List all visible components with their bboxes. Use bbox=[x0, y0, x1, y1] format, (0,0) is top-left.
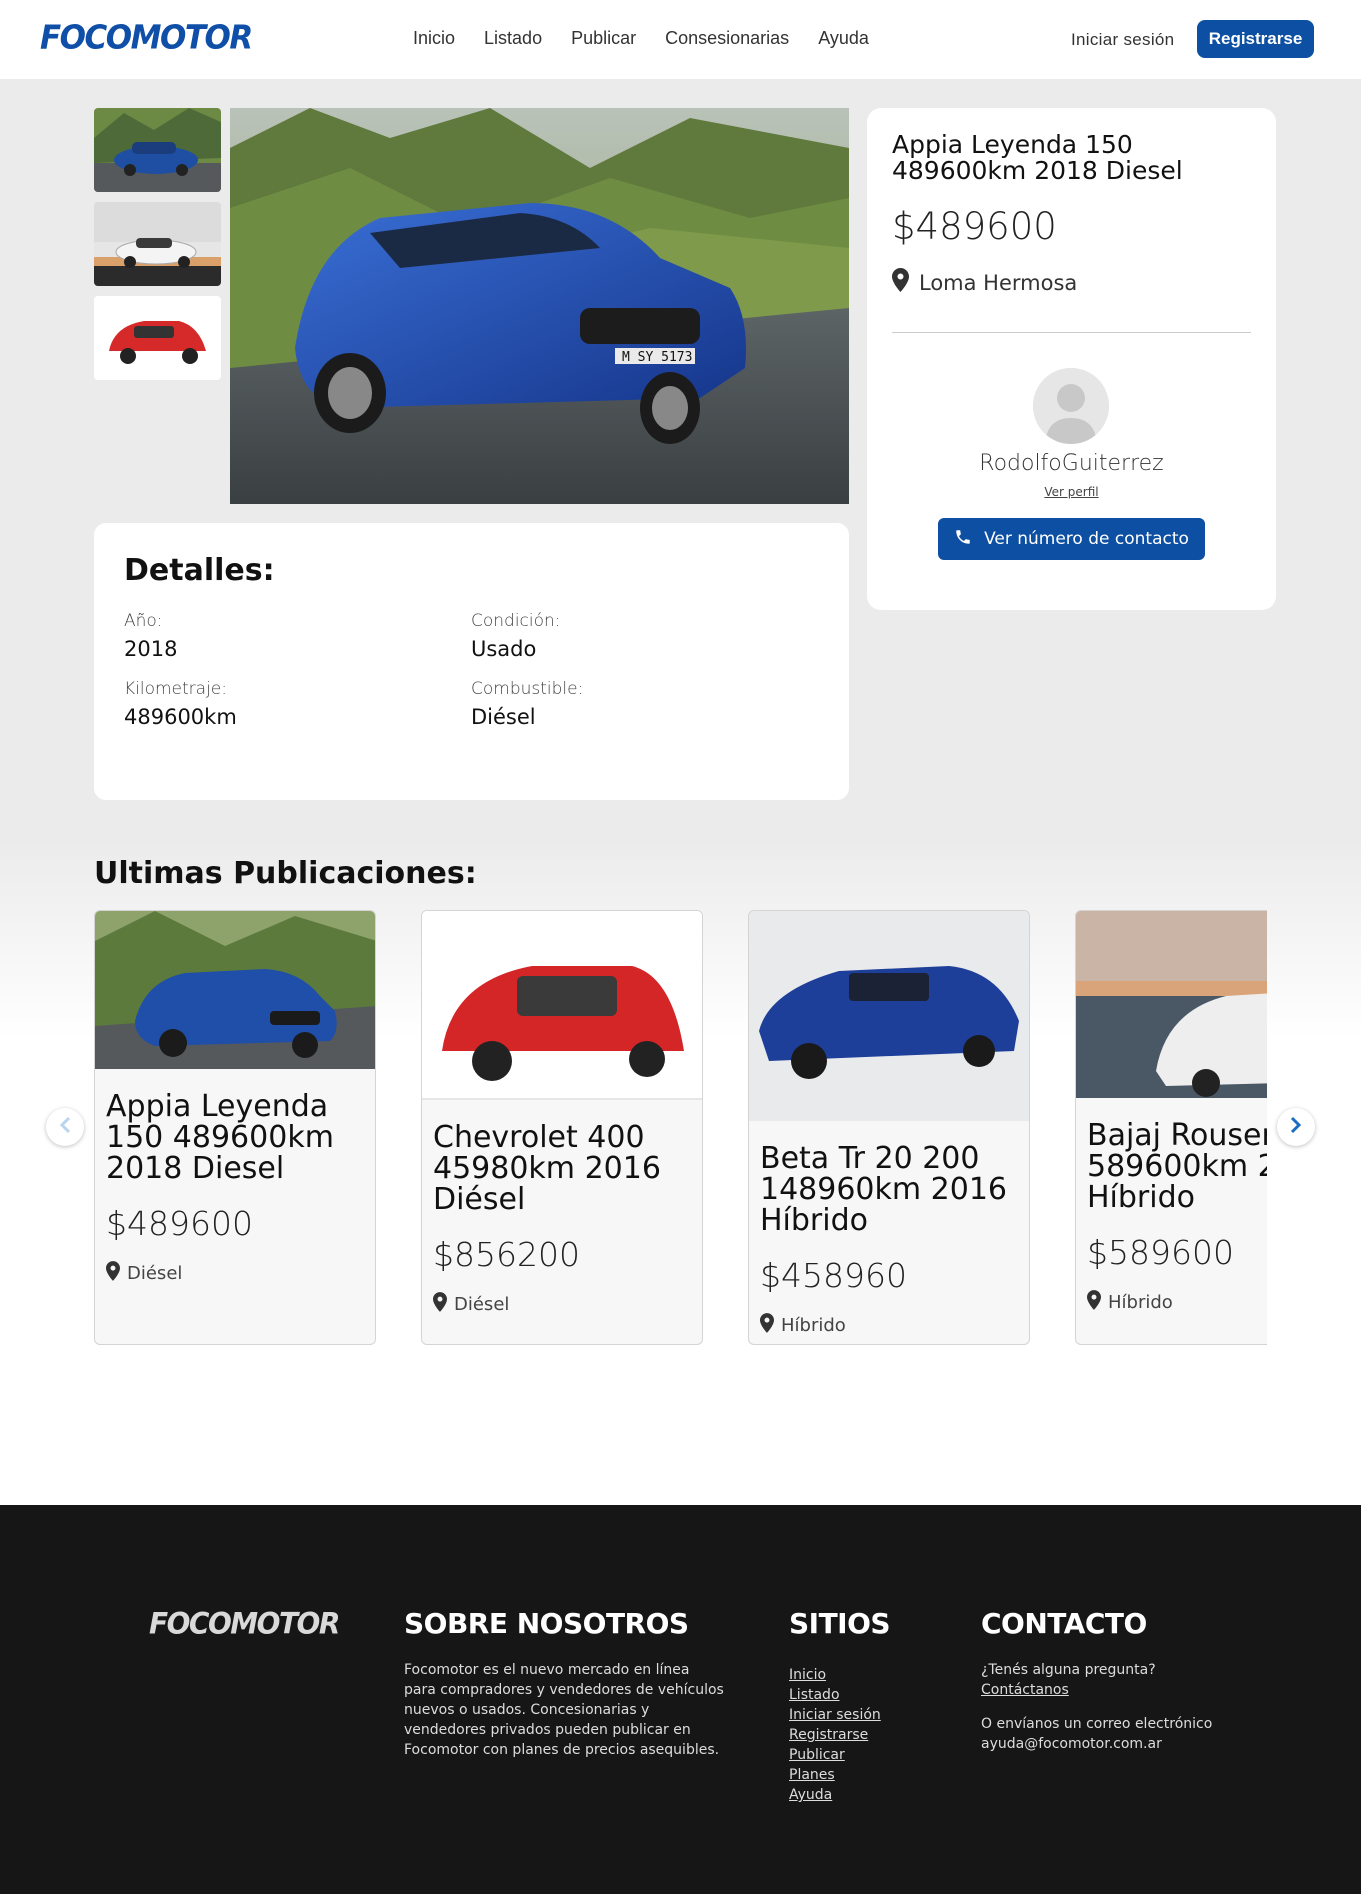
contact-us-link[interactable]: Contáctanos bbox=[981, 1680, 1069, 1700]
register-button[interactable]: Registrarse bbox=[1197, 20, 1314, 58]
mileage-value: 489600km bbox=[124, 705, 237, 729]
sites-links: Inicio Listado Iniciar sesión Registrars… bbox=[789, 1665, 881, 1805]
carousel-next-button[interactable] bbox=[1277, 1108, 1315, 1146]
seller-name: RodolfoGuiterrez bbox=[979, 451, 1164, 476]
contact-email[interactable]: ayuda@focomotor.com.ar bbox=[981, 1734, 1162, 1754]
fuel-label: Combustible: bbox=[471, 679, 584, 699]
card-title: Beta Tr 20 200 148960km 2016 Híbrido bbox=[760, 1141, 1008, 1238]
card-price: $489600 bbox=[106, 1204, 253, 1243]
nav-ayuda[interactable]: Ayuda bbox=[818, 28, 869, 49]
nav-publicar[interactable]: Publicar bbox=[571, 28, 636, 49]
about-text: Focomotor es el nuevo mercado en línea p… bbox=[404, 1662, 724, 1758]
condition-label: Condición: bbox=[471, 611, 561, 631]
footer-link-publicar[interactable]: Publicar bbox=[789, 1745, 881, 1765]
card-image bbox=[1076, 911, 1267, 1098]
publication-card[interactable]: Chevrolet 400 45980km 2016 Diésel $85620… bbox=[421, 910, 703, 1345]
contact-question: ¿Tenés alguna pregunta? bbox=[981, 1662, 1156, 1678]
location-pin-icon bbox=[760, 1313, 781, 1338]
location-pin-icon bbox=[433, 1292, 454, 1317]
footer-link-ayuda[interactable]: Ayuda bbox=[789, 1785, 881, 1805]
card-location-text: Híbrido bbox=[781, 1315, 846, 1336]
main-vehicle-photo[interactable]: M SY 5173 bbox=[230, 108, 849, 504]
card-price: $856200 bbox=[433, 1235, 580, 1274]
nav-listado[interactable]: Listado bbox=[484, 28, 542, 49]
card-location: Diésel bbox=[106, 1261, 182, 1286]
phone-icon bbox=[954, 528, 984, 551]
condition-value: Usado bbox=[471, 637, 537, 661]
card-title: Chevrolet 400 45980km 2016 Diésel bbox=[433, 1120, 661, 1217]
fuel-value: Diésel bbox=[471, 705, 536, 729]
about-heading: SOBRE NOSOTROS bbox=[404, 1607, 689, 1640]
footer-link-inicio[interactable]: Inicio bbox=[789, 1665, 881, 1685]
year-value: 2018 bbox=[124, 637, 178, 661]
view-contact-number-button[interactable]: Ver número de contacto bbox=[938, 518, 1205, 560]
info-divider bbox=[892, 332, 1251, 333]
location-pin-icon bbox=[1087, 1290, 1108, 1315]
chevron-right-icon bbox=[1290, 1116, 1302, 1138]
card-price: $458960 bbox=[760, 1256, 907, 1295]
details-title: Detalles: bbox=[124, 553, 275, 588]
latest-carousel: Appia Leyenda 150 489600km 2018 Diesel $… bbox=[94, 910, 1267, 1346]
location-pin-icon bbox=[106, 1261, 127, 1286]
carousel-prev-button[interactable] bbox=[46, 1108, 84, 1146]
year-label: Año: bbox=[124, 611, 163, 631]
sites-heading: SITIOS bbox=[789, 1607, 891, 1640]
card-location: Diésel bbox=[433, 1292, 509, 1317]
details-card: Detalles: Año: 2018 Condición: Usado Kil… bbox=[94, 523, 849, 800]
site-header: FOCOMOTOR Inicio Listado Publicar Conses… bbox=[0, 0, 1361, 79]
chevron-left-icon bbox=[59, 1116, 71, 1138]
card-location-text: Diésel bbox=[127, 1263, 183, 1284]
listing-title: Appia Leyenda 150 489600km 2018 Diesel bbox=[892, 130, 1183, 185]
publication-card[interactable]: Appia Leyenda 150 489600km 2018 Diesel $… bbox=[94, 910, 376, 1345]
card-location-text: Diésel bbox=[454, 1294, 510, 1315]
view-profile-link[interactable]: Ver perfil bbox=[867, 485, 1276, 499]
thumbnail-white-coupe[interactable] bbox=[94, 202, 221, 286]
site-footer: FOCOMOTOR SOBRE NOSOTROS Focomotor es el… bbox=[0, 1505, 1361, 1894]
footer-link-registrarse[interactable]: Registrarse bbox=[789, 1725, 881, 1745]
card-image bbox=[422, 911, 702, 1100]
svg-text:M SY 5173: M SY 5173 bbox=[622, 350, 692, 365]
card-image bbox=[95, 911, 375, 1069]
card-price: $589600 bbox=[1087, 1233, 1234, 1272]
listing-location: Loma Hermosa bbox=[892, 268, 1077, 297]
contact-button-label: Ver número de contacto bbox=[984, 529, 1189, 549]
publication-card[interactable]: Bajaj Rouser 589600km 2016 Híbrido $5896… bbox=[1075, 910, 1267, 1345]
listing-price: $489600 bbox=[892, 205, 1057, 248]
card-title: Appia Leyenda 150 489600km 2018 Diesel bbox=[106, 1089, 334, 1186]
card-location: Híbrido bbox=[1087, 1290, 1173, 1315]
listing-info-card: Appia Leyenda 150 489600km 2018 Diesel $… bbox=[867, 108, 1276, 610]
contact-heading: CONTACTO bbox=[981, 1607, 1147, 1640]
contact-email-text: O envíanos un correo electrónico bbox=[981, 1716, 1213, 1732]
footer-link-iniciar-sesion[interactable]: Iniciar sesión bbox=[789, 1705, 881, 1725]
card-location: Híbrido bbox=[760, 1313, 846, 1338]
footer-link-planes[interactable]: Planes bbox=[789, 1765, 881, 1785]
card-location-text: Híbrido bbox=[1108, 1292, 1173, 1313]
nav-inicio[interactable]: Inicio bbox=[413, 28, 455, 49]
site-logo[interactable]: FOCOMOTOR bbox=[40, 19, 253, 57]
main-nav: Inicio Listado Publicar Consesionarias A… bbox=[413, 28, 898, 49]
user-avatar-icon[interactable] bbox=[1033, 368, 1109, 444]
publication-card[interactable]: Beta Tr 20 200 148960km 2016 Híbrido $45… bbox=[748, 910, 1030, 1345]
footer-link-listado[interactable]: Listado bbox=[789, 1685, 881, 1705]
mileage-label: Kilometraje: bbox=[124, 679, 227, 699]
card-title: Bajaj Rouser 589600km 2016 Híbrido bbox=[1087, 1118, 1267, 1215]
latest-publications-title: Ultimas Publicaciones: bbox=[94, 856, 477, 891]
nav-consesionarias[interactable]: Consesionarias bbox=[665, 28, 789, 49]
thumbnail-blue-sedan[interactable] bbox=[94, 108, 221, 192]
location-text: Loma Hermosa bbox=[919, 270, 1078, 295]
location-pin-icon bbox=[892, 268, 919, 297]
footer-logo[interactable]: FOCOMOTOR bbox=[149, 1606, 340, 1641]
login-link[interactable]: Iniciar sesión bbox=[1071, 30, 1174, 50]
card-image bbox=[749, 911, 1029, 1121]
thumbnail-red-hatchback[interactable] bbox=[94, 296, 221, 380]
